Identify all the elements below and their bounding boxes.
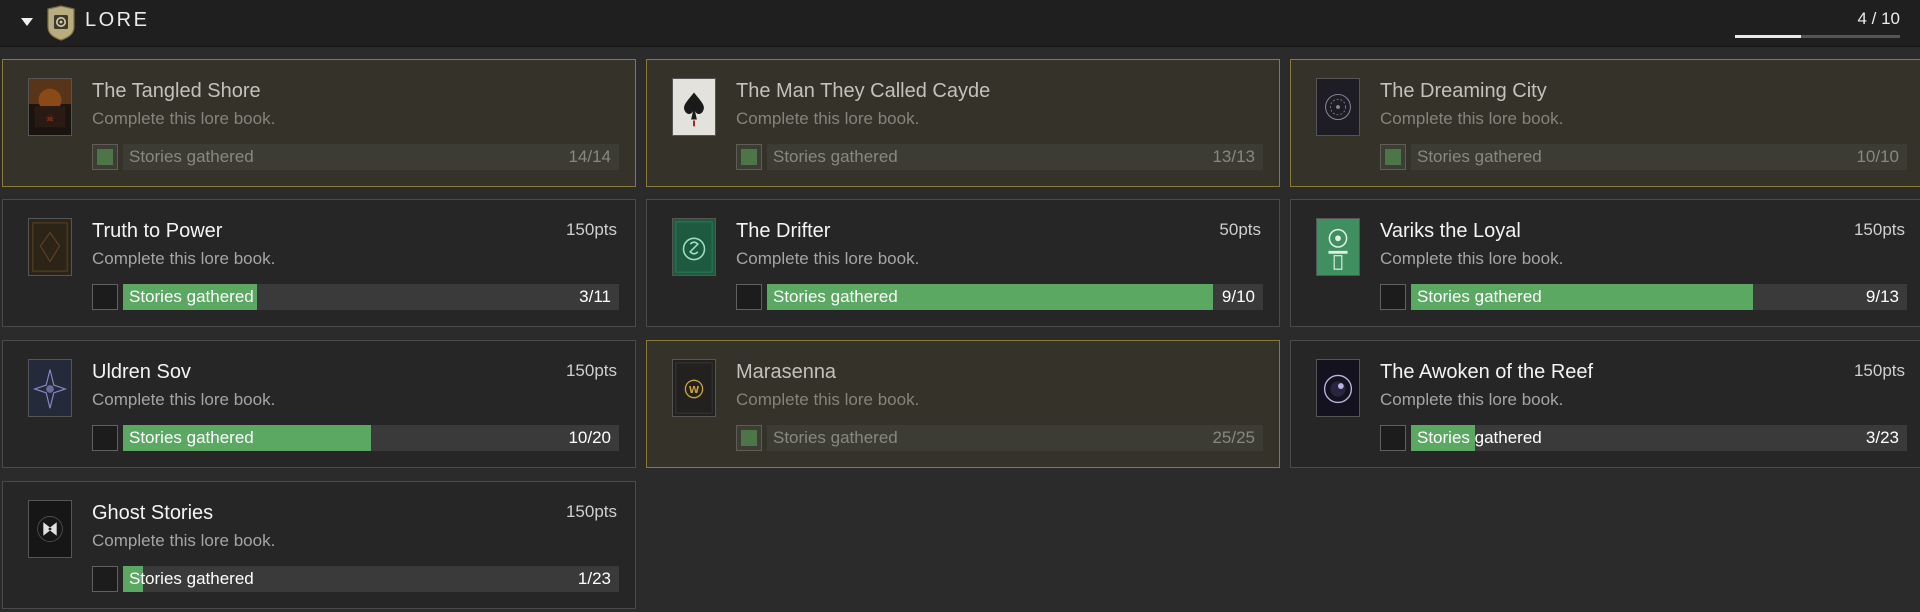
lore-book-name: Uldren Sov xyxy=(92,361,191,383)
lore-book-points: 150pts xyxy=(1853,361,1905,380)
ghost-stories-book-icon xyxy=(28,500,72,558)
truth-to-power-book-icon xyxy=(28,218,72,276)
awoken-reef-book-icon xyxy=(1316,359,1360,417)
lore-book-description: Complete this lore book. xyxy=(92,249,276,268)
lore-book-points: 150pts xyxy=(1853,220,1905,239)
lore-book-card[interactable]: The Drifter 50pts Complete this lore boo… xyxy=(646,199,1280,327)
objective-count: 10/10 xyxy=(1856,147,1899,166)
section-progress-bar xyxy=(1735,35,1900,38)
lore-book-description: Complete this lore book. xyxy=(736,249,920,268)
objective-label: Stories gathered xyxy=(773,287,898,306)
lore-book-description: Complete this lore book. xyxy=(1380,109,1564,128)
objective-count: 25/25 xyxy=(1212,428,1255,447)
objective-progress-bar: Stories gathered 3/23 xyxy=(1411,425,1907,451)
objective-count: 10/20 xyxy=(568,428,611,447)
lore-book-card[interactable]: The Man They Called Cayde Complete this … xyxy=(646,59,1280,187)
lore-book-card[interactable]: Ghost Stories 150pts Complete this lore … xyxy=(2,481,636,609)
objective-label: Stories gathered xyxy=(129,428,254,447)
objective-label: Stories gathered xyxy=(773,428,898,447)
lore-book-name: Variks the Loyal xyxy=(1380,220,1521,242)
lore-book-name: The Drifter xyxy=(736,220,831,242)
lore-book-description: Complete this lore book. xyxy=(1380,390,1564,409)
objective-label: Stories gathered xyxy=(129,287,254,306)
lore-book-description: Complete this lore book. xyxy=(736,390,920,409)
lore-book-points: 150pts xyxy=(565,361,617,380)
objective-progress-bar: Stories gathered 1/23 xyxy=(123,566,619,592)
lore-book-name: The Tangled Shore xyxy=(92,80,261,102)
lore-book-points: 150pts xyxy=(565,502,617,521)
lore-book-description: Complete this lore book. xyxy=(92,109,276,128)
objective-checkbox xyxy=(92,425,118,451)
lore-book-name: The Man They Called Cayde xyxy=(736,80,991,102)
lore-book-name: Truth to Power xyxy=(92,220,223,242)
section-progress-fill xyxy=(1735,35,1801,38)
objective-progress-bar: Stories gathered 9/10 xyxy=(767,284,1263,310)
lore-book-card[interactable]: Uldren Sov 150pts Complete this lore boo… xyxy=(2,340,636,468)
objective-count: 9/10 xyxy=(1221,287,1255,306)
lore-book-card[interactable]: Variks the Loyal 150pts Complete this lo… xyxy=(1290,199,1920,327)
objective-progress-bar: Stories gathered 13/13 xyxy=(767,144,1263,170)
svg-text:☠: ☠ xyxy=(46,113,55,124)
lore-book-name: Ghost Stories xyxy=(92,502,214,524)
objective-checkbox xyxy=(1380,284,1406,310)
objective-count: 14/14 xyxy=(568,147,611,166)
section-progress-count: 4 / 10 xyxy=(1857,9,1900,28)
lore-book-description: Complete this lore book. xyxy=(92,390,276,409)
objective-label: Stories gathered xyxy=(1417,147,1542,166)
lore-book-name: The Awoken of the Reef xyxy=(1380,361,1594,383)
lore-book-card[interactable]: Truth to Power 150pts Complete this lore… xyxy=(2,199,636,327)
objective-checkbox xyxy=(736,144,762,170)
objective-label: Stories gathered xyxy=(773,147,898,166)
objective-checkbox xyxy=(1380,425,1406,451)
svg-text:W: W xyxy=(689,385,700,396)
lore-book-name: Marasenna xyxy=(736,361,837,383)
objective-checkbox xyxy=(92,284,118,310)
drifter-book-icon xyxy=(672,218,716,276)
objective-checkbox xyxy=(1380,144,1406,170)
lore-book-name: The Dreaming City xyxy=(1380,80,1547,102)
objective-count: 13/13 xyxy=(1212,147,1255,166)
lore-book-card[interactable]: W Marasenna Complete this lore book. Sto… xyxy=(646,340,1280,468)
lore-book-card[interactable]: ☠ The Tangled Shore Complete this lore b… xyxy=(2,59,636,187)
objective-progress-bar: Stories gathered 9/13 xyxy=(1411,284,1907,310)
objective-progress-bar: Stories gathered 14/14 xyxy=(123,144,619,170)
lore-section-header[interactable]: LORE 4 / 10 xyxy=(0,0,1920,47)
objective-checkbox xyxy=(736,425,762,451)
lore-book-points: 150pts xyxy=(565,220,617,239)
objective-progress-bar: Stories gathered 25/25 xyxy=(767,425,1263,451)
objective-count: 9/13 xyxy=(1865,287,1899,306)
dreaming-city-book-icon xyxy=(1316,78,1360,136)
objective-checkbox xyxy=(92,144,118,170)
objective-count: 1/23 xyxy=(577,569,611,588)
objective-count: 3/11 xyxy=(579,287,611,306)
lore-book-description: Complete this lore book. xyxy=(92,531,276,550)
lore-book-description: Complete this lore book. xyxy=(736,109,920,128)
objective-label: Stories gathered xyxy=(1417,287,1542,306)
cayde-ace-of-spades-book-icon xyxy=(672,78,716,136)
lore-book-card[interactable]: The Dreaming City Complete this lore boo… xyxy=(1290,59,1920,187)
lore-book-description: Complete this lore book. xyxy=(1380,249,1564,268)
tangled-shore-book-icon: ☠ xyxy=(28,78,72,136)
lore-book-card[interactable]: The Awoken of the Reef 150pts Complete t… xyxy=(1290,340,1920,468)
objective-checkbox xyxy=(92,566,118,592)
objective-progress-bar: Stories gathered 10/20 xyxy=(123,425,619,451)
lore-emblem-icon xyxy=(47,5,75,41)
collapse-triangle-icon[interactable] xyxy=(20,17,34,27)
objective-label: Stories gathered xyxy=(129,569,254,588)
marasenna-book-icon: W xyxy=(672,359,716,417)
objective-progress-bar: Stories gathered 3/11 xyxy=(123,284,619,310)
objective-label: Stories gathered xyxy=(1417,428,1542,447)
objective-label: Stories gathered xyxy=(129,147,254,166)
objective-checkbox xyxy=(736,284,762,310)
objective-count: 3/23 xyxy=(1865,428,1899,447)
section-title: LORE xyxy=(85,9,150,31)
objective-progress-bar: Stories gathered 10/10 xyxy=(1411,144,1907,170)
lore-book-points: 50pts xyxy=(1219,220,1261,239)
uldren-sov-book-icon xyxy=(28,359,72,417)
variks-book-icon xyxy=(1316,218,1360,276)
